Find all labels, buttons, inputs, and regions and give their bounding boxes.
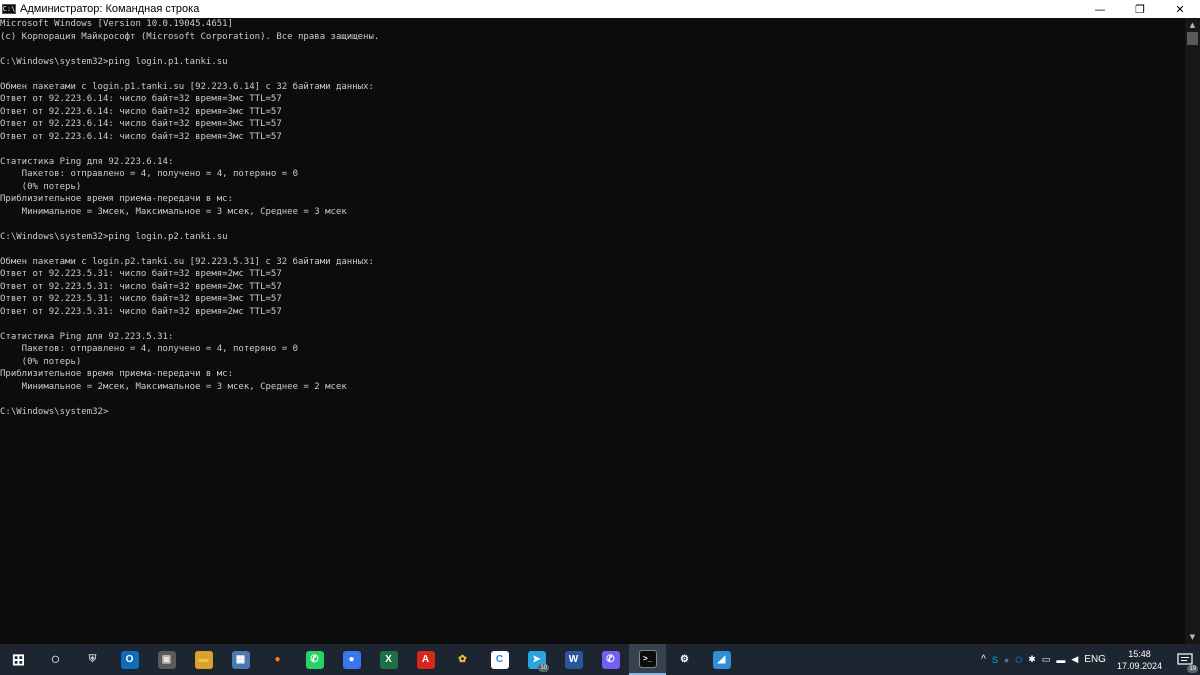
- console-line: (0% потерь): [0, 356, 82, 367]
- console-line: Пакетов: отправлено = 4, получено = 4, п…: [0, 169, 299, 179]
- console-output[interactable]: Microsoft Windows [Version 10.0.19045.46…: [0, 18, 1184, 644]
- unread-count-badge: 10: [538, 664, 549, 672]
- taskbar-calculator[interactable]: ▦: [222, 644, 259, 675]
- console-line: Ответ от 92.223.6.14: число байт=32 врем…: [0, 131, 282, 142]
- search-icon: ○: [50, 650, 61, 668]
- clock-date: 17.09.2024: [1116, 660, 1162, 671]
- command-prompt-icon: C:\: [2, 4, 16, 14]
- tray-icons: S ● O ✱ ▭ ▬ ◀: [989, 644, 1081, 675]
- taskbar-acrobat[interactable]: A: [407, 644, 444, 675]
- console-line: C:\Windows\system32>: [0, 406, 109, 417]
- console-line: Статистика Ping для 92.223.5.31:: [0, 331, 174, 342]
- c-logo-icon: C: [490, 650, 509, 669]
- tray-outlook-icon[interactable]: O: [1012, 644, 1025, 675]
- console-line: Ответ от 92.223.5.31: число байт=32 врем…: [0, 269, 282, 279]
- acrobat-icon: A: [416, 650, 435, 669]
- console-line: Ответ от 92.223.6.14: число байт=32 врем…: [0, 106, 282, 117]
- console-line: Минимальное = 2мсек, Максимальное = 3 мс…: [0, 381, 347, 392]
- terminal-icon: >_: [638, 649, 657, 668]
- clock[interactable]: 15:48 17.09.2024: [1109, 644, 1170, 675]
- tray-bluetooth-icon[interactable]: ✱: [1025, 644, 1039, 675]
- system-tray: ^ S ● O ✱ ▭ ▬ ◀ ENG 15:48 17.09.2024 19: [978, 644, 1200, 675]
- console-line: Пакетов: отправлено = 4, получено = 4, п…: [0, 344, 299, 354]
- console-line: Ответ от 92.223.6.14: число байт=32 врем…: [0, 119, 282, 129]
- word-icon: W: [564, 650, 583, 669]
- windows-icon: ⊞: [11, 651, 26, 669]
- tray-volume-icon[interactable]: ◀: [1068, 644, 1081, 675]
- taskbar-signal[interactable]: ●: [333, 644, 370, 675]
- taskbar-word[interactable]: W: [555, 644, 592, 675]
- console-line: C:\Windows\system32>ping login.p1.tanki.…: [0, 56, 228, 67]
- start-button[interactable]: ⊞: [0, 644, 37, 675]
- taskbar-settings[interactable]: ⚙: [666, 644, 703, 675]
- taskbar-photo-app[interactable]: ▣: [148, 644, 185, 675]
- taskbar-command-prompt[interactable]: >_: [629, 644, 666, 675]
- viber-icon: ✆: [601, 650, 620, 669]
- taskbar-outlook[interactable]: O: [111, 644, 148, 675]
- console-line: (c) Корпорация Майкрософт (Microsoft Cor…: [0, 31, 380, 42]
- calculator-icon: ▦: [231, 650, 250, 669]
- console-line: Обмен пакетами с login.p2.tanki.su [92.2…: [0, 256, 374, 267]
- console-line: Ответ от 92.223.5.31: число байт=32 врем…: [0, 294, 282, 304]
- console-text: Microsoft Windows [Version 10.0.19045.46…: [0, 18, 1184, 418]
- tanki-icon: ⛨: [88, 654, 97, 665]
- taskbar-paint-app[interactable]: ◢: [703, 644, 740, 675]
- folder-icon: ▬: [194, 650, 213, 669]
- whatsapp-icon: ✆: [305, 650, 324, 669]
- firefox-icon: ●: [274, 654, 281, 665]
- taskbar-apps: ⊞ ○ ⛨ O ▣ ▬ ▦ ● ✆ ● X A ✿ C ➤ 10 W ✆ >_ ⚙ ◢: [0, 644, 740, 675]
- console-line: Ответ от 92.223.6.14: число байт=32 врем…: [0, 94, 282, 104]
- taskbar-firefox[interactable]: ●: [259, 644, 296, 675]
- taskbar-tanki[interactable]: ⛨: [74, 644, 111, 675]
- console-line: Приблизительное время приема-передачи в …: [0, 369, 233, 379]
- tray-skype-icon[interactable]: S: [989, 644, 1001, 675]
- console-line: C:\Windows\system32>ping login.p2.tanki.…: [0, 231, 228, 242]
- title-bar: C:\ Администратор: Командная строка — ❐ …: [0, 0, 1200, 18]
- language-indicator[interactable]: ENG: [1081, 644, 1109, 675]
- taskbar-butterfly-app[interactable]: ✿: [444, 644, 481, 675]
- tray-battery-icon[interactable]: ▬: [1053, 644, 1068, 675]
- console-line: Статистика Ping для 92.223.6.14:: [0, 156, 174, 167]
- window-title: Администратор: Командная строка: [20, 3, 200, 15]
- minimize-button[interactable]: —: [1080, 0, 1120, 18]
- console-line: Обмен пакетами с login.p1.tanki.su [92.2…: [0, 81, 374, 92]
- scroll-thumb[interactable]: [1187, 32, 1198, 45]
- console-line: Ответ от 92.223.5.31: число байт=32 врем…: [0, 281, 282, 292]
- console-line: Ответ от 92.223.5.31: число байт=32 врем…: [0, 306, 282, 317]
- photo-icon: ▣: [157, 650, 176, 669]
- tray-teams-icon[interactable]: ●: [1001, 644, 1012, 675]
- console-line: Microsoft Windows [Version 10.0.19045.46…: [0, 19, 233, 29]
- notification-center-button[interactable]: 19: [1170, 644, 1200, 675]
- console-line: Приблизительное время приема-передачи в …: [0, 194, 233, 204]
- taskbar: ⊞ ○ ⛨ O ▣ ▬ ▦ ● ✆ ● X A ✿ C ➤ 10 W ✆ >_ ⚙ ◢ ^ S ● O ✱ ▭ ▬ ◀ ENG 15…: [0, 644, 1200, 675]
- tray-network-icon[interactable]: ▭: [1039, 644, 1054, 675]
- window-controls: — ❐ ✕: [1080, 0, 1200, 18]
- taskbar-file-explorer[interactable]: ▬: [185, 644, 222, 675]
- scroll-down-button[interactable]: ▼: [1185, 630, 1200, 644]
- gear-icon: ⚙: [680, 654, 689, 665]
- butterfly-icon: ✿: [458, 654, 467, 665]
- close-button[interactable]: ✕: [1160, 0, 1200, 18]
- excel-icon: X: [379, 650, 398, 669]
- taskbar-viber[interactable]: ✆: [592, 644, 629, 675]
- notification-count-badge: 19: [1187, 665, 1198, 673]
- console-line: (0% потерь): [0, 181, 82, 192]
- console-line: Минимальное = 3мсек, Максимальное = 3 мс…: [0, 206, 347, 217]
- search-button[interactable]: ○: [37, 644, 74, 675]
- taskbar-telegram[interactable]: ➤ 10: [518, 644, 555, 675]
- taskbar-excel[interactable]: X: [370, 644, 407, 675]
- chat-bubble-icon: ●: [342, 650, 361, 669]
- maximize-button[interactable]: ❐: [1120, 0, 1160, 18]
- taskbar-cisco-c[interactable]: C: [481, 644, 518, 675]
- scroll-up-button[interactable]: ▲: [1185, 18, 1200, 32]
- vertical-scrollbar[interactable]: ▲ ▼: [1185, 18, 1200, 644]
- clock-time: 15:48: [1128, 648, 1151, 659]
- tray-chevron-icon[interactable]: ^: [978, 644, 989, 675]
- taskbar-whatsapp[interactable]: ✆: [296, 644, 333, 675]
- paint-icon: ◢: [712, 650, 731, 669]
- outlook-icon: O: [120, 650, 139, 669]
